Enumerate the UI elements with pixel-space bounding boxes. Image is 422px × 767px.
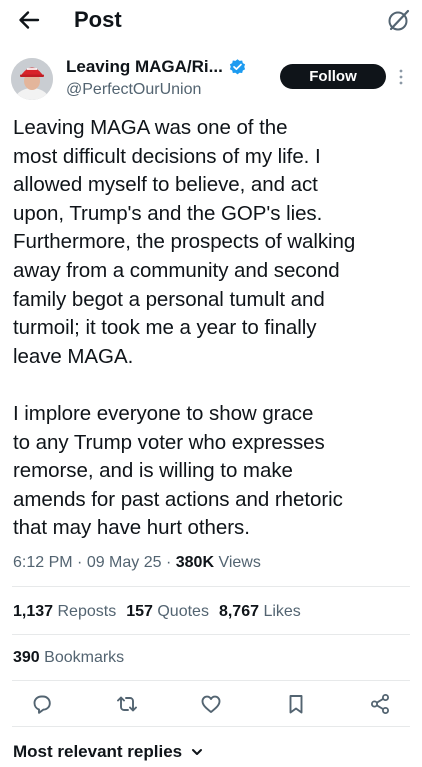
author-name-row: Leaving MAGA/Ri... bbox=[66, 57, 247, 77]
engagement-stats: 1,137 Reposts 157 Quotes 8,767 Likes bbox=[13, 600, 301, 624]
replies-sort-selector[interactable]: Most relevant replies bbox=[13, 741, 204, 763]
likes-count: 8,767 bbox=[218, 603, 259, 620]
quotes-stat[interactable]: 157 Quotes bbox=[126, 603, 209, 620]
verified-badge-icon bbox=[228, 58, 247, 77]
post-text: Leaving MAGA was one of the most difficu… bbox=[13, 116, 356, 540]
views-count: 380K bbox=[175, 554, 214, 571]
quotes-count: 157 bbox=[126, 603, 153, 620]
page-title: Post bbox=[74, 7, 122, 32]
post-time[interactable]: 6:12 PM bbox=[13, 554, 73, 571]
reposts-label: Reposts bbox=[57, 603, 117, 620]
share-icon[interactable] bbox=[368, 692, 392, 716]
author-name[interactable]: Leaving MAGA/Ri... bbox=[66, 57, 223, 77]
divider bbox=[12, 634, 410, 635]
top-bar: Post bbox=[0, 0, 422, 42]
bookmarks-label: Bookmarks bbox=[44, 649, 125, 666]
reposts-stat[interactable]: 1,137 Reposts bbox=[13, 603, 116, 620]
back-arrow-icon[interactable] bbox=[14, 6, 44, 34]
bookmark-icon[interactable] bbox=[284, 692, 308, 716]
like-icon[interactable] bbox=[199, 692, 223, 716]
author-handle[interactable]: @PerfectOurUnion bbox=[66, 80, 201, 100]
divider bbox=[12, 586, 410, 587]
post-date[interactable]: 09 May 25 bbox=[87, 554, 162, 571]
more-options-icon[interactable] bbox=[396, 66, 406, 88]
divider bbox=[12, 680, 410, 681]
bookmarks-count: 390 bbox=[13, 649, 40, 666]
reposts-count: 1,137 bbox=[13, 603, 54, 620]
likes-stat[interactable]: 8,767 Likes bbox=[219, 603, 301, 620]
post-meta: 6:12 PM · 09 May 25 · 380K Views bbox=[13, 554, 261, 571]
views-label: Views bbox=[218, 554, 261, 571]
divider bbox=[12, 726, 410, 727]
avatar[interactable] bbox=[11, 58, 53, 100]
reply-icon[interactable] bbox=[30, 692, 54, 716]
likes-label: Likes bbox=[263, 603, 301, 620]
replies-sort-label: Most relevant replies bbox=[13, 742, 183, 761]
grok-icon[interactable] bbox=[386, 7, 412, 33]
repost-icon[interactable] bbox=[115, 692, 139, 716]
chevron-down-icon bbox=[190, 745, 204, 759]
action-bar bbox=[0, 690, 422, 720]
quotes-label: Quotes bbox=[157, 603, 209, 620]
bookmarks-stat[interactable]: 390 Bookmarks bbox=[13, 646, 124, 670]
follow-button[interactable]: Follow bbox=[280, 64, 386, 89]
